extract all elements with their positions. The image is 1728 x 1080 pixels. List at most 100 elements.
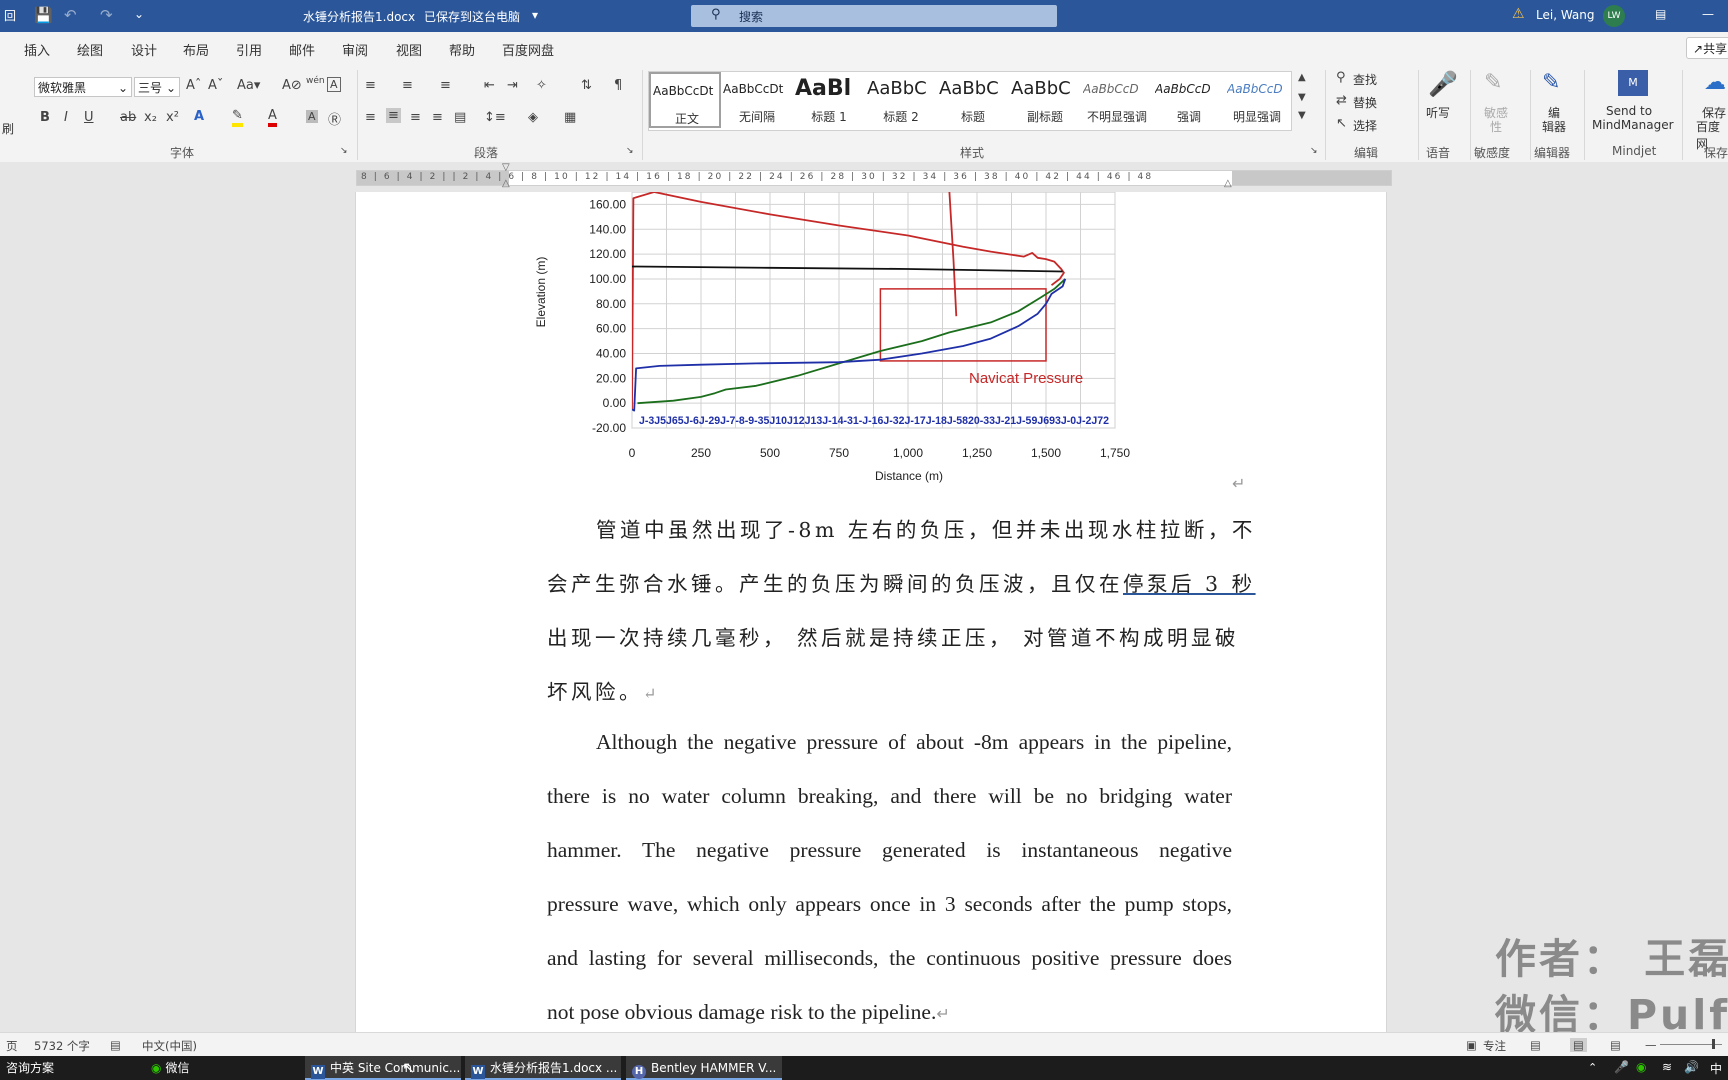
sensitivity-icon[interactable]: ✎ <box>1484 70 1502 95</box>
editor-label-2[interactable]: 辑器 <box>1542 118 1566 135</box>
en-line-4[interactable]: pressure wave, which only appears once i… <box>547 892 1232 922</box>
tray-chevron-icon[interactable]: ⌃ <box>1588 1061 1597 1074</box>
highlight-icon[interactable]: ✎ <box>232 108 243 127</box>
bold-icon[interactable]: B <box>40 110 50 125</box>
app-menu-icon[interactable]: 回 <box>4 7 16 24</box>
page-indicator[interactable]: 页 <box>6 1038 18 1054</box>
superscript-icon[interactable]: x² <box>166 110 179 125</box>
input-method-indicator[interactable]: 中 <box>1710 1060 1722 1077</box>
share-button[interactable]: ↗共享 <box>1686 37 1728 59</box>
cn-line-4[interactable]: 坏风险。↵ <box>547 675 1232 705</box>
find-icon[interactable]: ⚲ <box>1336 70 1346 85</box>
replace-button[interactable]: 替换 <box>1353 94 1377 111</box>
cn-line-1[interactable]: 管道中虽然出现了-8m 左右的负压，但并未出现水柱拉断，不 <box>596 513 1252 543</box>
search-box[interactable]: ⚲ 搜索 <box>691 5 1057 27</box>
style-title[interactable]: AaBbC 标题 <box>937 72 1009 128</box>
ribbon-display-icon[interactable]: ▤ <box>1655 7 1666 21</box>
taskbar-item-hammer[interactable]: H Bentley HAMMER V... <box>626 1056 782 1080</box>
right-indent-icon[interactable]: △ <box>1224 178 1232 189</box>
en-line-2[interactable]: there is no water column breaking, and t… <box>547 784 1232 814</box>
style-intense-emphasis[interactable]: AaBbCcD 明显强调 <box>1225 72 1289 128</box>
more-styles-icon[interactable]: ▼ <box>1298 110 1306 121</box>
tab-baidu-netdisk[interactable]: 百度网盘 <box>502 40 554 59</box>
bullets-icon[interactable]: ≡ <box>365 78 376 93</box>
format-painter-label[interactable]: 刷 <box>2 120 14 137</box>
show-marks-icon[interactable]: ¶ <box>614 78 622 93</box>
editor-icon[interactable]: ✎ <box>1542 70 1560 95</box>
style-emphasis[interactable]: AaBbCcD 强调 <box>1153 72 1225 128</box>
scroll-down-icon[interactable]: ▼ <box>1298 92 1306 103</box>
cn-line-3[interactable]: 出现一次持续几毫秒， 然后就是持续正压， 对管道不构成明显破 <box>547 621 1236 651</box>
en-line-6[interactable]: not pose obvious damage risk to the pipe… <box>547 1000 967 1030</box>
replace-icon[interactable]: ⇄ <box>1336 93 1347 108</box>
enclose-character-icon[interactable]: Ⓡ <box>328 109 341 128</box>
en-line-3[interactable]: hammer. The negative pressure generated … <box>547 838 1232 868</box>
change-case-icon[interactable]: Aa▾ <box>237 78 260 93</box>
shrink-font-icon[interactable]: Aˇ <box>208 78 223 93</box>
style-heading-1[interactable]: AaBl 标题 1 <box>793 72 865 128</box>
minimize-icon[interactable]: — <box>1702 7 1714 21</box>
horizontal-ruler[interactable]: 8 | 6 | 4 | 2 | | 2 | 4 | 6 | 8 | 10 | 1… <box>0 162 1728 192</box>
align-center-icon[interactable]: ≡ <box>386 108 401 123</box>
tab-help[interactable]: 帮助 <box>449 40 475 59</box>
taskbar-item-site-comm[interactable]: W 中英 Site Communic... <box>305 1056 461 1080</box>
chevron-down-icon[interactable]: ▾ <box>532 8 538 22</box>
dialog-launcher-icon[interactable]: ↘ <box>1310 146 1318 156</box>
borders-icon[interactable]: ▦ <box>564 110 576 125</box>
tray-mic-icon[interactable]: 🎤 <box>1614 1060 1629 1074</box>
numbering-icon[interactable]: ≡ <box>402 78 413 93</box>
dialog-launcher-icon[interactable]: ↘ <box>340 146 348 156</box>
tab-draw[interactable]: 绘图 <box>77 40 103 59</box>
font-size-combo[interactable]: 三号 ⌄ <box>134 77 180 97</box>
undo-icon[interactable]: ↶ <box>64 6 77 24</box>
print-layout-icon[interactable]: ▤ <box>1570 1038 1587 1052</box>
tab-design[interactable]: 设计 <box>131 40 157 59</box>
italic-icon[interactable]: I <box>64 110 68 125</box>
baidu-cloud-icon[interactable]: ☁ <box>1704 70 1726 95</box>
style-no-spacing[interactable]: AaBbCcDt 无间隔 <box>721 72 793 128</box>
subscript-icon[interactable]: x₂ <box>144 110 157 125</box>
font-name-combo[interactable]: 微软雅黑 ⌄ <box>34 77 132 97</box>
align-left-icon[interactable]: ≡ <box>365 110 376 125</box>
tab-layout[interactable]: 布局 <box>183 40 209 59</box>
tab-view[interactable]: 视图 <box>396 40 422 59</box>
character-border-icon[interactable]: A <box>327 77 341 92</box>
proofing-icon[interactable]: ▤ <box>110 1038 121 1052</box>
redo-icon[interactable]: ↷ <box>100 6 113 24</box>
read-mode-icon[interactable]: ▤ <box>1530 1038 1541 1052</box>
style-subtitle[interactable]: AaBbC 副标题 <box>1009 72 1081 128</box>
style-subtle-emphasis[interactable]: AaBbCcD 不明显强调 <box>1081 72 1153 128</box>
save-status[interactable]: 已保存到这台电脑 <box>424 8 520 25</box>
increase-indent-icon[interactable]: ⇥ <box>507 78 518 93</box>
mindmanager-label-2[interactable]: MindManager <box>1592 118 1674 132</box>
find-button[interactable]: 查找 <box>1353 71 1377 88</box>
grow-font-icon[interactable]: Aˆ <box>186 78 201 93</box>
web-layout-icon[interactable]: ▤ <box>1610 1038 1621 1052</box>
multilevel-list-icon[interactable]: ≡ <box>440 78 451 93</box>
chinese-layout-icon[interactable]: ✧ <box>536 78 547 93</box>
tray-wechat-icon[interactable]: ◉ <box>1636 1060 1646 1074</box>
clear-formatting-icon[interactable]: A⊘ <box>282 78 302 93</box>
warning-icon[interactable]: ⚠ <box>1512 6 1525 22</box>
word-count[interactable]: 5732 个字 <box>34 1038 90 1054</box>
tray-volume-icon[interactable]: 🔊 <box>1684 1060 1699 1074</box>
scroll-up-icon[interactable]: ▲ <box>1298 72 1306 83</box>
dictate-button[interactable]: 听写 <box>1426 104 1450 121</box>
strikethrough-icon[interactable]: ab <box>120 110 136 125</box>
line-spacing-icon[interactable]: ↕≡ <box>484 110 506 125</box>
save-icon[interactable]: 💾 <box>34 6 53 24</box>
sort-icon[interactable]: ⇅ <box>581 78 592 93</box>
decrease-indent-icon[interactable]: ⇤ <box>484 78 495 93</box>
shading-icon[interactable]: ◈ <box>528 110 538 125</box>
justify-icon[interactable]: ≡ <box>432 110 443 125</box>
customize-toolbar-icon[interactable]: ⌄ <box>134 7 144 21</box>
zoom-slider-thumb[interactable] <box>1712 1039 1715 1049</box>
underline-icon[interactable]: U <box>84 110 94 125</box>
tray-wifi-icon[interactable]: ≋ <box>1662 1060 1672 1074</box>
mindmanager-icon[interactable]: M <box>1618 70 1648 96</box>
user-name[interactable]: Lei, Wang <box>1536 8 1595 22</box>
elevation-chart[interactable]: -20.00 0.00 20.00 40.00 60.00 80.00 100.00 120.… <box>525 192 1195 487</box>
tab-mailings[interactable]: 邮件 <box>289 40 315 59</box>
language-indicator[interactable]: 中文(中国) <box>142 1038 197 1054</box>
align-right-icon[interactable]: ≡ <box>410 110 421 125</box>
